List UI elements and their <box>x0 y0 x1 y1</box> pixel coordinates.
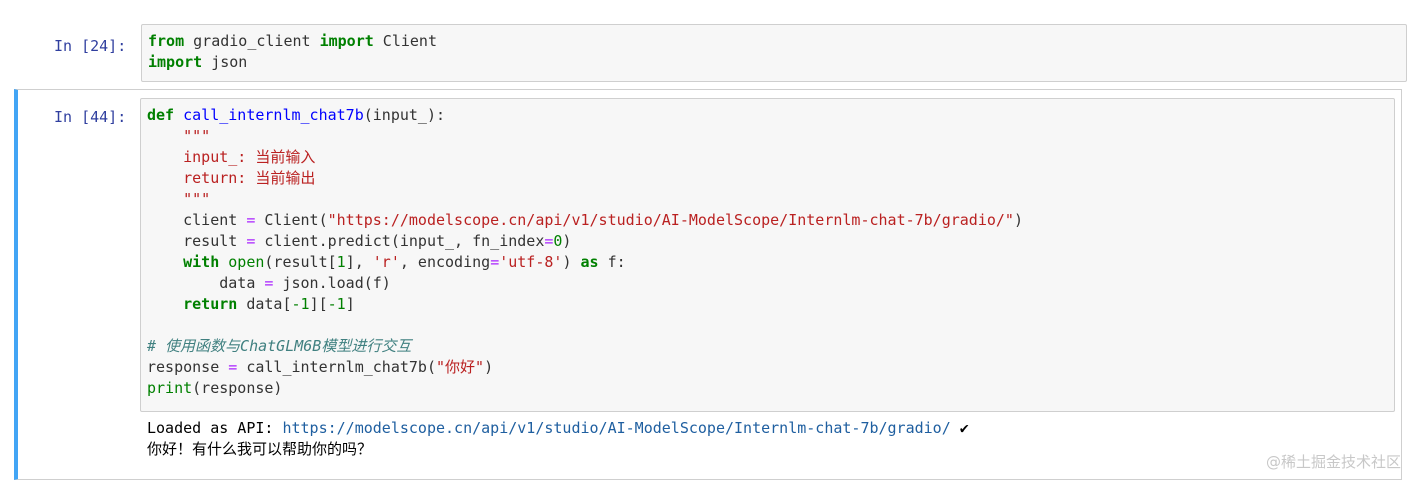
code-token: ][ <box>309 295 328 313</box>
cell-prompt: In [44]: <box>54 108 127 126</box>
code-token: """ <box>147 127 211 145</box>
output-response: 你好！有什么我可以帮助你的吗？ <box>147 440 373 458</box>
code-token: from <box>148 32 185 50</box>
checkmark-icon: ✔ <box>950 419 969 437</box>
code-token: json <box>202 53 248 71</box>
code-token: as <box>580 253 599 271</box>
code-token: ) <box>562 253 581 271</box>
code-token: call_internlm_chat7b <box>183 106 364 124</box>
code-token: = <box>490 253 500 271</box>
code-block: def call_internlm_chat7b(input_): """ in… <box>141 99 1394 399</box>
code-token: 'r' <box>372 253 400 271</box>
code-token: "你好" <box>436 358 485 376</box>
code-token: data <box>147 274 265 292</box>
watermark: @稀土掘金技术社区 <box>1265 453 1401 471</box>
code-token: (input_): <box>363 106 446 124</box>
code-editor[interactable]: def call_internlm_chat7b(input_): """ in… <box>140 98 1395 412</box>
code-line: """ <box>147 127 210 145</box>
code-token: data[ <box>237 295 292 313</box>
code-token: = <box>228 358 238 376</box>
code-token: input_: 当前输入 <box>147 148 316 166</box>
code-cell-24[interactable]: In [24]: from gradio_client import Clien… <box>18 18 1407 88</box>
code-token: return <box>183 295 238 313</box>
code-token: (response) <box>192 379 283 397</box>
code-token: result <box>147 232 247 250</box>
cell-output: Loaded as API: https://modelscope.cn/api… <box>147 418 969 460</box>
code-token: ) <box>562 232 572 250</box>
code-token: "https://modelscope.cn/api/v1/studio/AI-… <box>327 211 1014 229</box>
code-token: 1 <box>336 253 346 271</box>
code-token: return: 当前输出 <box>147 169 316 187</box>
code-token: ], <box>345 253 373 271</box>
code-token: ] <box>345 295 355 313</box>
code-line: import json <box>148 53 247 71</box>
code-token: -1 <box>291 295 310 313</box>
code-line: def call_internlm_chat7b(input_): <box>147 106 445 124</box>
code-line: """ <box>147 190 210 208</box>
code-token: """ <box>147 190 211 208</box>
code-token: client <box>147 211 247 229</box>
code-line: # 使用函数与ChatGLM6B模型进行交互 <box>147 337 411 355</box>
code-line: client = Client("https://modelscope.cn/a… <box>147 211 1023 229</box>
code-token: ) <box>484 358 494 376</box>
code-line: from gradio_client import Client <box>148 32 437 50</box>
code-token: f: <box>598 253 626 271</box>
code-token: json.load(f) <box>273 274 391 292</box>
code-cell-44[interactable]: In [44]: def call_internlm_chat7b(input_… <box>14 89 1402 480</box>
code-line: print(response) <box>147 379 282 397</box>
cell-prompt: In [24]: <box>54 37 127 55</box>
code-line: with open(result[1], 'r', encoding='utf-… <box>147 253 626 271</box>
code-line: data = json.load(f) <box>147 274 391 292</box>
code-token: import <box>319 32 374 50</box>
code-token: 'utf-8' <box>499 253 563 271</box>
code-token: print <box>147 379 193 397</box>
code-token: (result[ <box>264 253 337 271</box>
code-line: return: 当前输出 <box>147 169 315 187</box>
code-line: result = client.predict(input_, fn_index… <box>147 232 571 250</box>
code-token: Client <box>373 32 437 50</box>
code-token: def <box>147 106 175 124</box>
code-token: , encoding <box>399 253 491 271</box>
code-token: open <box>228 253 265 271</box>
output-api-url: https://modelscope.cn/api/v1/studio/AI-M… <box>282 419 951 437</box>
code-token: # 使用函数与ChatGLM6B模型进行交互 <box>147 337 412 355</box>
code-block: from gradio_client import Client import … <box>142 25 1406 73</box>
code-line: response = call_internlm_chat7b("你好") <box>147 358 493 376</box>
code-line: return data[-1][-1] <box>147 295 355 313</box>
code-line: input_: 当前输入 <box>147 148 315 166</box>
code-token: client.predict(input_, fn_index <box>255 232 545 250</box>
code-token: call_internlm_chat7b( <box>237 358 436 376</box>
code-token: response <box>147 358 229 376</box>
code-token: gradio_client <box>184 32 320 50</box>
code-token: with <box>183 253 220 271</box>
code-token: ) <box>1013 211 1023 229</box>
output-loaded-prefix: Loaded as API: <box>147 419 283 437</box>
code-token: -1 <box>327 295 346 313</box>
code-token: Client( <box>255 211 328 229</box>
code-token: import <box>148 53 203 71</box>
code-editor[interactable]: from gradio_client import Client import … <box>141 24 1407 82</box>
